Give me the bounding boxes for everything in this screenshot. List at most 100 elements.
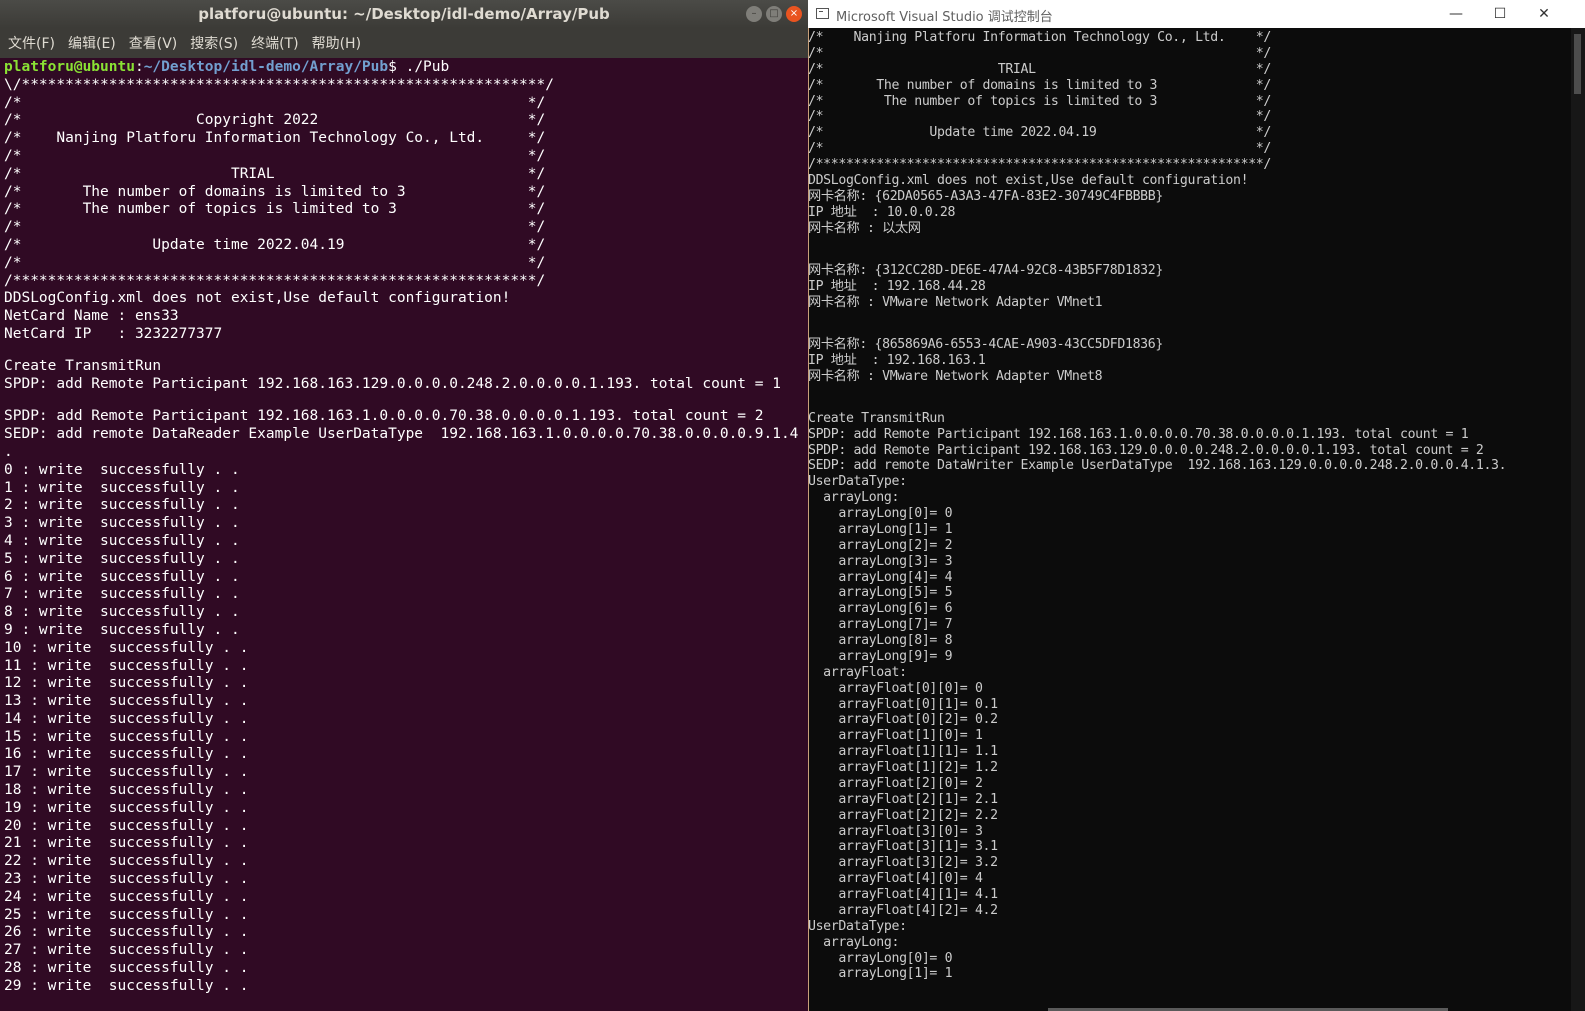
output-line: /* Update time 2022.04.19 */ bbox=[808, 125, 1271, 141]
output-line: 8 : write successfully . . bbox=[4, 604, 240, 621]
console-title-bar[interactable]: Microsoft Visual Studio 调试控制台 — ☐ ✕ bbox=[808, 0, 1585, 28]
output-line: 6 : write successfully . . bbox=[4, 568, 240, 585]
output-line: UserDataType: bbox=[808, 918, 907, 934]
maximize-button[interactable]: ☐ bbox=[1478, 0, 1522, 28]
output-line: 19 : write successfully . . bbox=[4, 799, 249, 816]
maximize-button[interactable]: □ bbox=[766, 6, 782, 22]
output-line: /* */ bbox=[808, 141, 1271, 157]
output-line: 28 : write successfully . . bbox=[4, 960, 249, 977]
output-line: Create TransmitRun bbox=[4, 358, 162, 375]
output-line: 25 : write successfully . . bbox=[4, 906, 249, 923]
output-line: arrayLong[3]= 3 bbox=[808, 553, 953, 569]
output-line: 3 : write successfully . . bbox=[4, 515, 240, 532]
output-line: SPDP: add Remote Participant 192.168.163… bbox=[808, 442, 1484, 458]
close-button[interactable]: ✕ bbox=[1522, 0, 1566, 28]
output-line: arrayFloat[2][0]= 2 bbox=[808, 775, 983, 791]
output-line: 16 : write successfully . . bbox=[4, 746, 249, 763]
close-button[interactable]: × bbox=[786, 6, 802, 22]
minimize-button[interactable]: — bbox=[1434, 0, 1478, 28]
menu-search[interactable]: 搜索(S) bbox=[190, 33, 238, 53]
output-line: arrayFloat[1][0]= 1 bbox=[808, 728, 983, 744]
output-line: 网卡名称: {312CC28D-DE6E-47A4-92C8-43B5F78D1… bbox=[808, 262, 1163, 278]
output-line: /***************************************… bbox=[808, 157, 1271, 172]
prompt-path: ~/Desktop/idl-demo/Array/Pub bbox=[143, 59, 389, 75]
prompt-separator: : bbox=[134, 59, 144, 75]
ubuntu-terminal-window[interactable]: platforu@ubuntu: ~/Desktop/idl-demo/Arra… bbox=[0, 0, 808, 1011]
output-line: /* The number of domains is limited to 3… bbox=[808, 77, 1271, 93]
output-line: 18 : write successfully . . bbox=[4, 782, 249, 799]
prompt-user: platforu@ubuntu bbox=[4, 59, 135, 75]
output-line: 14 : write successfully . . bbox=[4, 710, 249, 727]
output-line: IP 地址 : 192.168.44.28 bbox=[808, 278, 986, 294]
output-line: SEDP: add remote DataReader Example User… bbox=[4, 426, 799, 443]
output-line: arrayLong[6]= 6 bbox=[808, 601, 953, 617]
output-line: /* Copyright 2022 */ bbox=[4, 112, 546, 129]
vs-debug-console-window[interactable]: Microsoft Visual Studio 调试控制台 — ☐ ✕ /* N… bbox=[808, 0, 1585, 1011]
output-line: 17 : write successfully . . bbox=[4, 764, 249, 781]
output-line: 20 : write successfully . . bbox=[4, 817, 249, 834]
output-line: 22 : write successfully . . bbox=[4, 853, 249, 870]
output-line: 0 : write successfully . . bbox=[4, 461, 240, 478]
output-line: arrayLong[0]= 0 bbox=[808, 506, 953, 521]
output-line: DDSLogConfig.xml does not exist,Use defa… bbox=[4, 290, 511, 307]
output-line: arrayFloat[3][0]= 3 bbox=[808, 823, 983, 839]
output-line: /* Update time 2022.04.19 */ bbox=[4, 236, 546, 253]
minimize-button[interactable]: – bbox=[746, 6, 762, 22]
output-line: SPDP: add Remote Participant 192.168.163… bbox=[4, 408, 764, 425]
terminal-output[interactable]: platforu@ubuntu:~/Desktop/idl-demo/Array… bbox=[4, 59, 804, 996]
prompt-command: $ ./Pub bbox=[388, 59, 450, 75]
output-line: 4 : write successfully . . bbox=[4, 532, 240, 549]
output-line: NetCard IP : 3232277377 bbox=[4, 325, 223, 342]
output-line: arrayLong[4]= 4 bbox=[808, 569, 953, 585]
vertical-scrollbar[interactable] bbox=[1571, 28, 1585, 1011]
output-line: /* Nanjing Platforu Information Technolo… bbox=[808, 30, 1271, 45]
output-line: 2 : write successfully . . bbox=[4, 497, 240, 514]
output-line: /* */ bbox=[4, 147, 546, 164]
terminal-window-title: platforu@ubuntu: ~/Desktop/idl-demo/Arra… bbox=[198, 5, 610, 23]
output-line: arrayLong[5]= 5 bbox=[808, 585, 953, 601]
output-line: Create TransmitRun bbox=[808, 410, 945, 426]
console-output[interactable]: /* Nanjing Platforu Information Technolo… bbox=[808, 30, 1563, 982]
output-line: /* The number of topics is limited to 3 … bbox=[808, 93, 1271, 109]
output-line: arrayLong[2]= 2 bbox=[808, 537, 953, 553]
output-line: UserDataType: bbox=[808, 474, 907, 490]
output-line: 7 : write successfully . . bbox=[4, 586, 240, 603]
shell-prompt-line: platforu@ubuntu:~/Desktop/idl-demo/Array… bbox=[4, 59, 804, 77]
output-line: 23 : write successfully . . bbox=[4, 871, 249, 888]
output-line: SPDP: add Remote Participant 192.168.163… bbox=[4, 376, 781, 393]
output-line: arrayLong: bbox=[808, 934, 900, 950]
output-line: 1 : write successfully . . bbox=[4, 479, 240, 496]
output-line: arrayFloat[0][0]= 0 bbox=[808, 680, 983, 696]
output-line: arrayFloat[4][2]= 4.2 bbox=[808, 902, 998, 918]
terminal-title-bar[interactable]: platforu@ubuntu: ~/Desktop/idl-demo/Arra… bbox=[0, 0, 808, 28]
output-line: DDSLogConfig.xml does not exist,Use defa… bbox=[808, 172, 1249, 188]
output-line: 21 : write successfully . . bbox=[4, 835, 249, 852]
output-line: arrayFloat[0][1]= 0.1 bbox=[808, 696, 998, 712]
menu-help[interactable]: 帮助(H) bbox=[312, 33, 361, 53]
output-line: arrayLong[1]= 1 bbox=[808, 966, 953, 982]
output-line: arrayFloat[2][2]= 2.2 bbox=[808, 807, 998, 823]
menu-view[interactable]: 查看(V) bbox=[129, 33, 178, 53]
output-line: /* */ bbox=[4, 219, 546, 236]
scrollbar-thumb[interactable] bbox=[1574, 34, 1581, 94]
menu-terminal[interactable]: 终端(T) bbox=[251, 33, 298, 53]
output-line: arrayFloat[4][1]= 4.1 bbox=[808, 887, 998, 902]
output-line: /* */ bbox=[4, 254, 546, 271]
output-line: 26 : write successfully . . bbox=[4, 924, 249, 941]
output-line: 网卡名称 : VMware Network Adapter VMnet8 bbox=[808, 368, 1103, 384]
output-line: arrayLong[7]= 7 bbox=[808, 617, 953, 633]
menu-file[interactable]: 文件(F) bbox=[8, 33, 55, 53]
menu-edit[interactable]: 编辑(E) bbox=[68, 33, 116, 53]
output-line: SEDP: add remote DataWriter Example User… bbox=[808, 458, 1507, 474]
output-line: /* TRIAL */ bbox=[808, 61, 1271, 77]
output-line: /* The number of topics is limited to 3 … bbox=[4, 201, 546, 218]
output-line: arrayLong[1]= 1 bbox=[808, 521, 953, 537]
output-line: arrayLong[8]= 8 bbox=[808, 633, 953, 648]
output-line: 9 : write successfully . . bbox=[4, 621, 240, 638]
